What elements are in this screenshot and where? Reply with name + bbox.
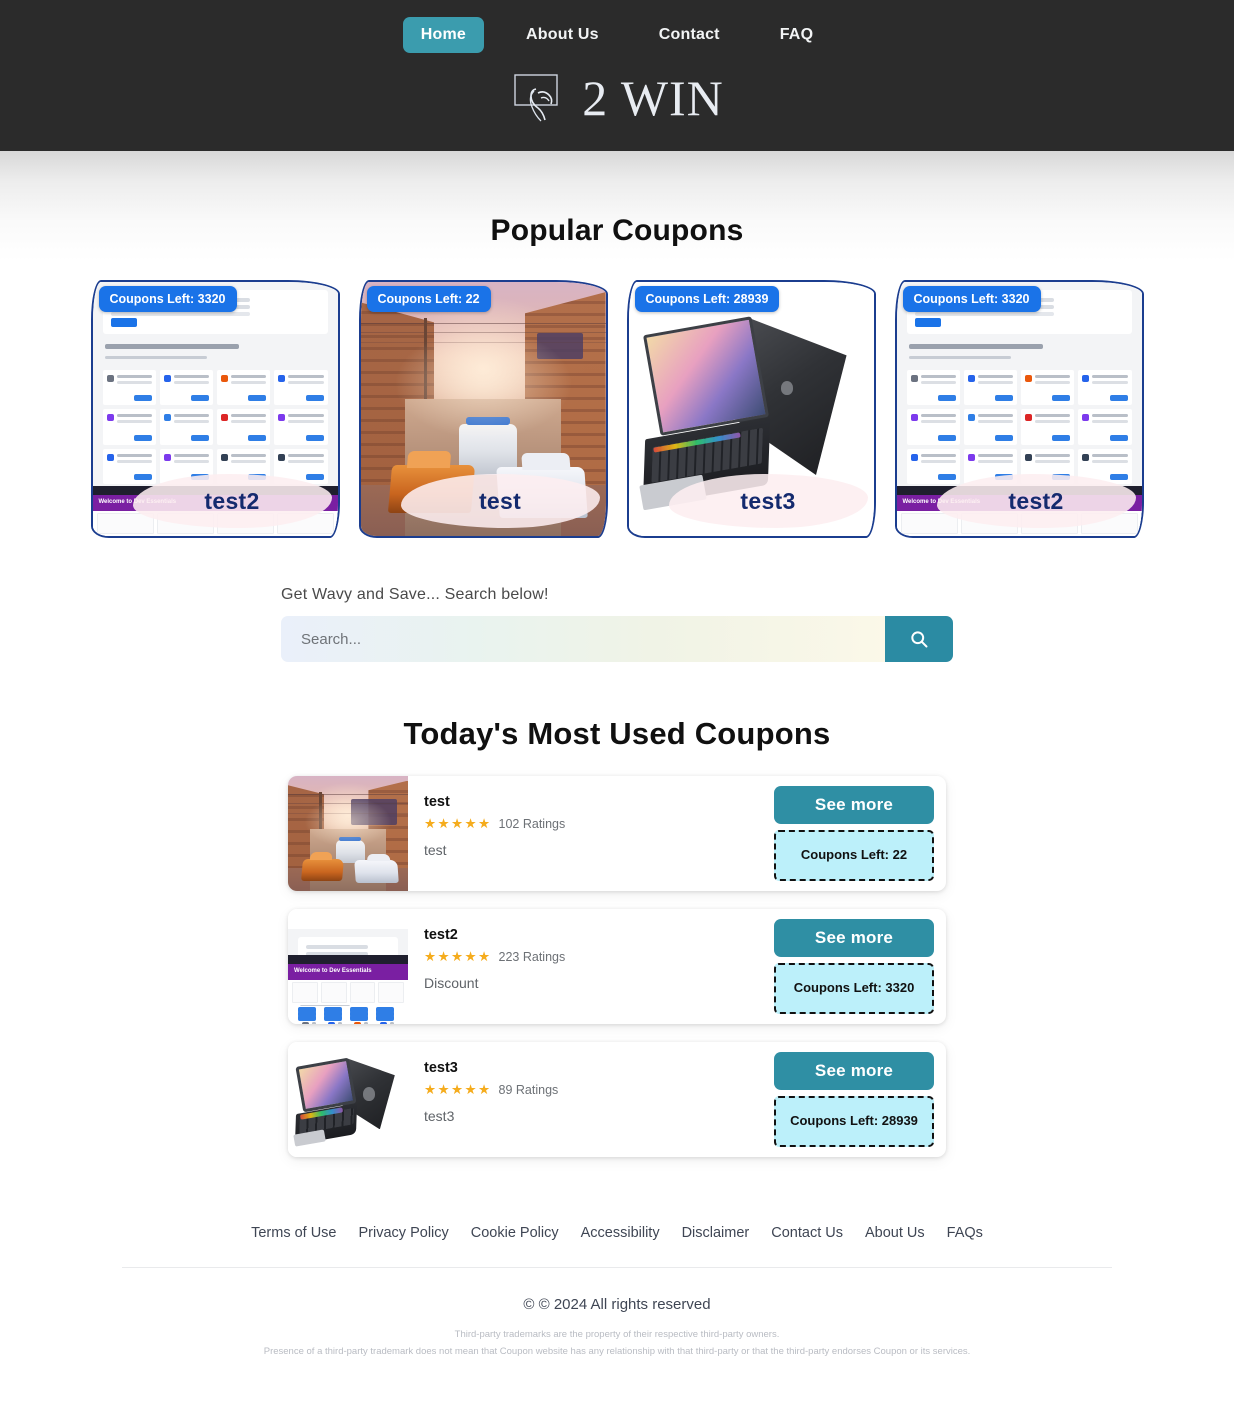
search-section: Get Wavy and Save... Search below! <box>281 586 953 662</box>
fineprint-line-1: Third-party trademarks are the property … <box>454 1329 780 1340</box>
ratings-count: 89 Ratings <box>498 1083 559 1097</box>
search-icon <box>911 631 928 648</box>
coupon-card-label: test2 <box>936 474 1136 528</box>
nav-item-about-us[interactable]: About Us <box>508 17 617 53</box>
coupons-left-badge: Coupons Left: 22 <box>366 286 491 312</box>
list-item[interactable]: Welcome to Dev Essentials test2 ★★★★★ 22… <box>288 909 946 1024</box>
footer-link-accessibility[interactable]: Accessibility <box>581 1225 660 1241</box>
footer-link-cookie-policy[interactable]: Cookie Policy <box>471 1225 559 1241</box>
coupon-actions: See more Coupons Left: 28939 <box>774 1042 946 1157</box>
ratings-count: 223 Ratings <box>498 950 566 964</box>
nav-item-home[interactable]: Home <box>402 17 485 53</box>
coupon-card-label-text: test <box>478 487 522 514</box>
footer-link-contact-us[interactable]: Contact Us <box>771 1225 843 1241</box>
coupon-card-label: test3 <box>668 474 868 528</box>
footer-link-terms-of-use[interactable]: Terms of Use <box>251 1225 336 1241</box>
coupons-left-badge: Coupons Left: 3320 <box>774 963 934 1014</box>
popular-coupons-title: Popular Coupons <box>490 214 744 247</box>
site-footer: Terms of Use Privacy Policy Cookie Polic… <box>0 1225 1234 1378</box>
coupon-title: test3 <box>424 1060 458 1076</box>
todays-coupons-list: test ★★★★★ 102 Ratings test See more Cou… <box>288 776 946 1157</box>
see-more-button[interactable]: See more <box>774 1052 934 1090</box>
main-navigation: Home About Us Contact FAQ <box>0 0 1234 53</box>
nav-item-contact[interactable]: Contact <box>641 17 738 53</box>
coupons-left-badge: Coupons Left: 3320 <box>902 286 1041 312</box>
coupons-left-badge: Coupons Left: 3320 <box>98 286 237 312</box>
coupon-info: test ★★★★★ 102 Ratings test <box>408 776 774 891</box>
cursor-click-icon <box>514 74 558 122</box>
coupon-rating: ★★★★★ 223 Ratings <box>424 949 774 965</box>
coupon-card[interactable]: Coupons Left: 22 test <box>358 280 608 538</box>
coupon-title: test <box>424 794 450 810</box>
coupon-thumbnail: Welcome to Dev Essentials <box>288 909 408 1024</box>
footer-link-faqs[interactable]: FAQs <box>947 1225 983 1241</box>
coupon-thumbnail <box>288 776 408 891</box>
list-item[interactable]: test3 ★★★★★ 89 Ratings test3 See more Co… <box>288 1042 946 1157</box>
coupon-description: test3 <box>424 1108 455 1124</box>
copyright-text: © © 2024 All rights reserved <box>523 1296 711 1313</box>
ratings-count: 102 Ratings <box>498 817 566 831</box>
see-more-button[interactable]: See more <box>774 786 934 824</box>
coupon-description: Discount <box>424 975 479 991</box>
coupon-description: test <box>424 842 447 858</box>
coupon-actions: See more Coupons Left: 22 <box>774 776 946 891</box>
coupon-card-label-text: test3 <box>740 487 796 514</box>
search-button[interactable] <box>885 616 953 662</box>
coupon-rating: ★★★★★ 102 Ratings <box>424 816 774 832</box>
star-rating-icon: ★★★★★ <box>424 1082 492 1097</box>
coupon-card[interactable]: Coupons Left: 28939 test3 <box>626 280 876 538</box>
nav-item-faq[interactable]: FAQ <box>762 17 832 53</box>
coupon-info: test2 ★★★★★ 223 Ratings Discount <box>408 909 774 1024</box>
coupon-card-label: test <box>400 474 600 528</box>
see-more-button[interactable]: See more <box>774 919 934 957</box>
legal-fineprint: Third-party trademarks are the property … <box>0 1327 1234 1378</box>
coupon-actions: See more Coupons Left: 3320 <box>774 909 946 1024</box>
fineprint-line-2: Presence of a third-party trademark does… <box>263 1345 971 1357</box>
coupon-thumbnail <box>288 1042 408 1157</box>
search-bar <box>281 616 953 662</box>
coupon-card[interactable]: Welcome to Dev Essentials Coupons Left: … <box>90 280 340 538</box>
coupons-left-badge: Coupons Left: 22 <box>774 830 934 881</box>
star-rating-icon: ★★★★★ <box>424 949 492 964</box>
coupons-left-badge: Coupons Left: 28939 <box>634 286 780 312</box>
brand-name: 2 WIN <box>582 70 724 126</box>
coupon-card-label: test2 <box>132 474 332 528</box>
coupons-left-badge: Coupons Left: 28939 <box>774 1096 934 1147</box>
coupon-card-label-text: test2 <box>204 487 260 514</box>
footer-link-privacy-policy[interactable]: Privacy Policy <box>359 1225 449 1241</box>
list-item[interactable]: test ★★★★★ 102 Ratings test See more Cou… <box>288 776 946 891</box>
todays-most-used-title: Today's Most Used Coupons <box>403 716 831 751</box>
footer-links: Terms of Use Privacy Policy Cookie Polic… <box>0 1225 1234 1267</box>
search-prompt-label: Get Wavy and Save... Search below! <box>281 586 549 603</box>
site-header: Home About Us Contact FAQ 2 WIN <box>0 0 1234 151</box>
star-rating-icon: ★★★★★ <box>424 816 492 831</box>
footer-link-about-us[interactable]: About Us <box>865 1225 925 1241</box>
search-input[interactable] <box>281 616 885 662</box>
popular-coupons-carousel: Welcome to Dev Essentials Coupons Left: … <box>0 280 1234 538</box>
coupon-rating: ★★★★★ 89 Ratings <box>424 1082 774 1098</box>
coupon-info: test3 ★★★★★ 89 Ratings test3 <box>408 1042 774 1157</box>
footer-link-disclaimer[interactable]: Disclaimer <box>682 1225 750 1241</box>
site-logo[interactable]: 2 WIN <box>0 71 1234 125</box>
coupon-title: test2 <box>424 927 458 943</box>
coupon-card[interactable]: Welcome to Dev Essentials Coupons Left: … <box>894 280 1144 538</box>
coupon-card-label-text: test2 <box>1008 487 1064 514</box>
